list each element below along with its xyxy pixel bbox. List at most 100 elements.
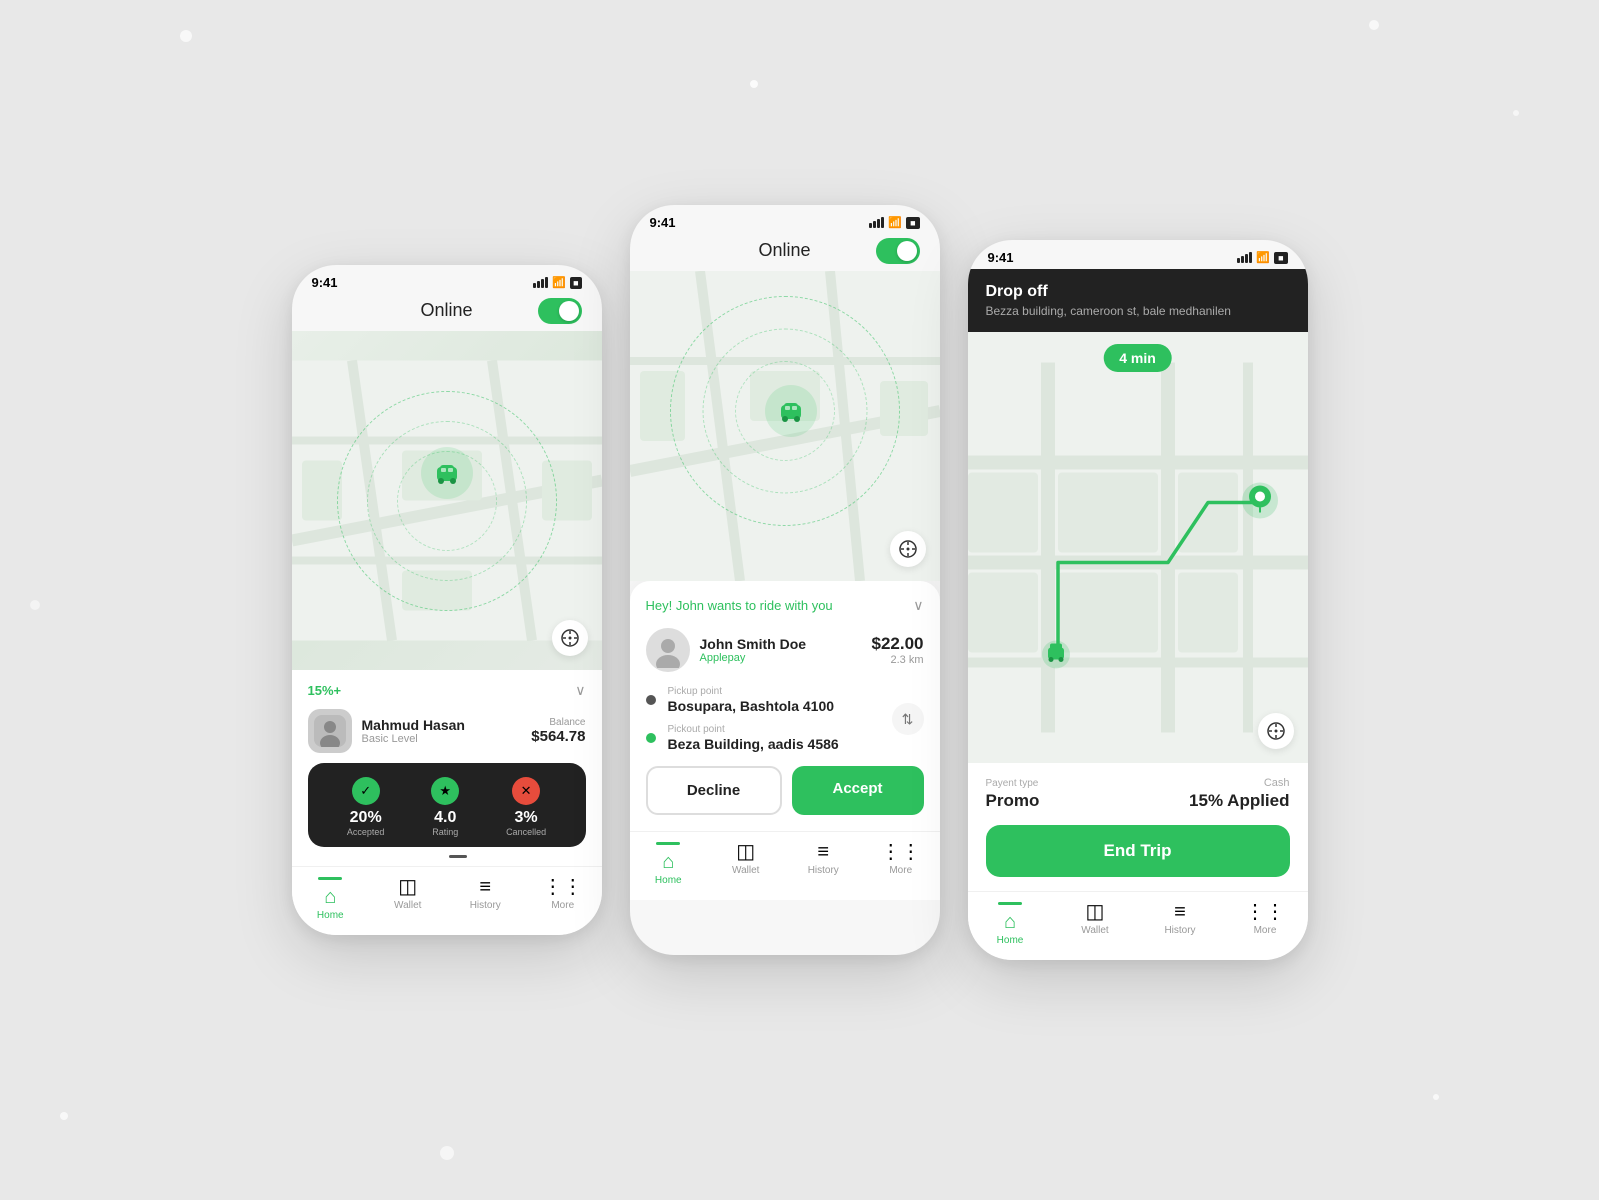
nav-wallet-1[interactable]: ◫ Wallet [378,877,438,921]
pickup-dot-2 [646,695,656,705]
bottom-nav-3: ⌂ Home ◫ Wallet ≡ History ⋮⋮ More [968,891,1308,960]
rider-details-2: John Smith Doe Applepay [700,636,807,664]
nav-history-2[interactable]: ≡ History [793,842,853,886]
wallet-label-3: Wallet [1081,925,1108,936]
rider-info-2: John Smith Doe Applepay [646,628,807,672]
decline-button-2[interactable]: Decline [646,766,782,815]
app-title-1: Online [420,300,472,321]
drop-off-banner-3: Drop off Bezza building, cameroon st, ba… [968,269,1308,332]
status-bar-3: 9:41 📶 ■ [968,240,1308,269]
nav-home-3[interactable]: ⌂ Home [980,902,1040,946]
nav-more-2[interactable]: ⋮⋮ More [871,842,931,886]
rider-avatar-2 [646,628,690,672]
home-icon-1: ⌂ [324,887,336,907]
nav-history-3[interactable]: ≡ History [1150,902,1210,946]
phones-container: 9:41 📶 ■ Online [292,240,1308,960]
wifi-icon-1: 📶 [552,276,566,289]
nav-home-1[interactable]: ⌂ Home [300,877,360,921]
nav-wallet-3[interactable]: ◫ Wallet [1065,902,1125,946]
promo-value-3: 15% Applied [1189,791,1289,811]
nav-home-2[interactable]: ⌂ Home [638,842,698,886]
accept-button-2[interactable]: Accept [792,766,924,815]
end-trip-button-3[interactable]: End Trip [986,825,1290,877]
stat-cancelled-1: ✕ 3% Cancelled [506,777,546,837]
map-svg-3 [968,332,1308,763]
wallet-label-2: Wallet [732,865,759,876]
history-icon-3: ≡ [1174,902,1186,922]
drop-off-address-3: Bezza building, cameroon st, bale medhan… [986,304,1290,318]
car-svg-2 [777,397,805,425]
price-amount-2: $22.00 [872,634,924,654]
dropoff-dot-2 [646,733,656,743]
wallet-icon-1: ◫ [398,877,417,897]
signal-icon-2 [869,217,884,228]
wifi-icon-3: 📶 [1256,251,1270,264]
wallet-icon-2: ◫ [736,842,755,862]
history-label-3: History [1164,925,1195,936]
nav-more-1[interactable]: ⋮⋮ More [533,877,593,921]
more-label-1: More [551,900,574,911]
status-icons-2: 📶 ■ [869,216,919,229]
status-bar-1: 9:41 📶 ■ [292,265,602,294]
ride-request-panel-2: Hey! John wants to ride with you ∨ John … [630,581,940,831]
chevron-down-icon-1[interactable]: ∨ [575,682,585,699]
balance-wrap-1: Balance $564.78 [531,717,585,745]
stats-card-1: ✓ 20% Accepted ★ 4.0 Rating ✕ 3% Cancell… [308,763,586,847]
check-icon-1: ✓ [352,777,380,805]
toggle-switch-1[interactable] [538,298,582,324]
battery-icon-2: ■ [906,217,919,229]
stat-rating-1: ★ 4.0 Rating [431,777,459,837]
swap-button-2[interactable]: ⇅ [892,703,924,735]
nav-wallet-2[interactable]: ◫ Wallet [716,842,776,886]
drop-off-title-3: Drop off [986,283,1290,301]
online-toggle-2[interactable] [876,238,920,264]
wallet-icon-3: ◫ [1086,902,1105,922]
dots-indicator-1 [308,855,586,858]
action-buttons-2: Decline Accept [646,766,924,815]
driver-row-1: Mahmud Hasan Basic Level Balance $564.78 [308,709,586,753]
compass-icon-1 [561,629,579,647]
compass-icon-3 [1267,722,1285,740]
cash-label-3: Cash [1189,777,1289,789]
nav-active-bar-2 [656,842,680,845]
signal-icon-3 [1237,252,1252,263]
payment-type-2: Applepay [700,652,807,664]
request-header-2: Hey! John wants to ride with you ∨ [646,597,924,614]
stat-cancelled-value-1: 3% [506,809,546,827]
bonus-label-1: 15%+ [308,683,342,698]
more-label-3: More [1254,925,1277,936]
payment-label-3: Payent type [986,778,1040,789]
more-icon-2: ⋮⋮ [881,842,921,862]
toggle-switch-2[interactable] [876,238,920,264]
rider-avatar-svg-2 [650,632,686,668]
dropoff-label-2: Pickout point [668,724,924,735]
compass-button-3[interactable] [1258,713,1294,749]
phone-2: 9:41 📶 ■ Online [630,205,940,955]
nav-more-3[interactable]: ⋮⋮ More [1235,902,1295,946]
dropoff-point-2: Pickout point Beza Building, aadis 4586 [668,724,924,752]
compass-button-1[interactable] [552,620,588,656]
status-bar-2: 9:41 📶 ■ [630,205,940,234]
battery-icon-1: ■ [570,277,581,289]
home-label-1: Home [317,910,344,921]
bottom-nav-1: ⌂ Home ◫ Wallet ≡ History ⋮⋮ More [292,866,602,935]
pickup-point-2: Pickup point Bosupara, Bashtola 4100 [668,686,924,714]
online-toggle-1[interactable] [538,298,582,324]
bonus-row-1: 15%+ ∨ [308,682,586,699]
compass-button-2[interactable] [890,531,926,567]
balance-label-1: Balance [531,717,585,728]
home-icon-2: ⌂ [662,852,674,872]
avatar-svg-1 [314,715,346,747]
nav-active-bar-1 [318,877,342,880]
phone-3: 9:41 📶 ■ Drop off Bezza building, camero… [968,240,1308,960]
status-time-2: 9:41 [650,215,676,230]
home-label-3: Home [997,935,1024,946]
bottom-nav-2: ⌂ Home ◫ Wallet ≡ History ⋮⋮ More [630,831,940,900]
payment-col-right-3: Cash 15% Applied [1189,777,1289,811]
nav-history-1[interactable]: ≡ History [455,877,515,921]
wallet-label-1: Wallet [394,900,421,911]
star-icon-1: ★ [431,777,459,805]
rider-row-2: John Smith Doe Applepay $22.00 2.3 km [646,628,924,672]
nav-active-line-3 [998,902,1022,905]
history-label-2: History [808,865,839,876]
